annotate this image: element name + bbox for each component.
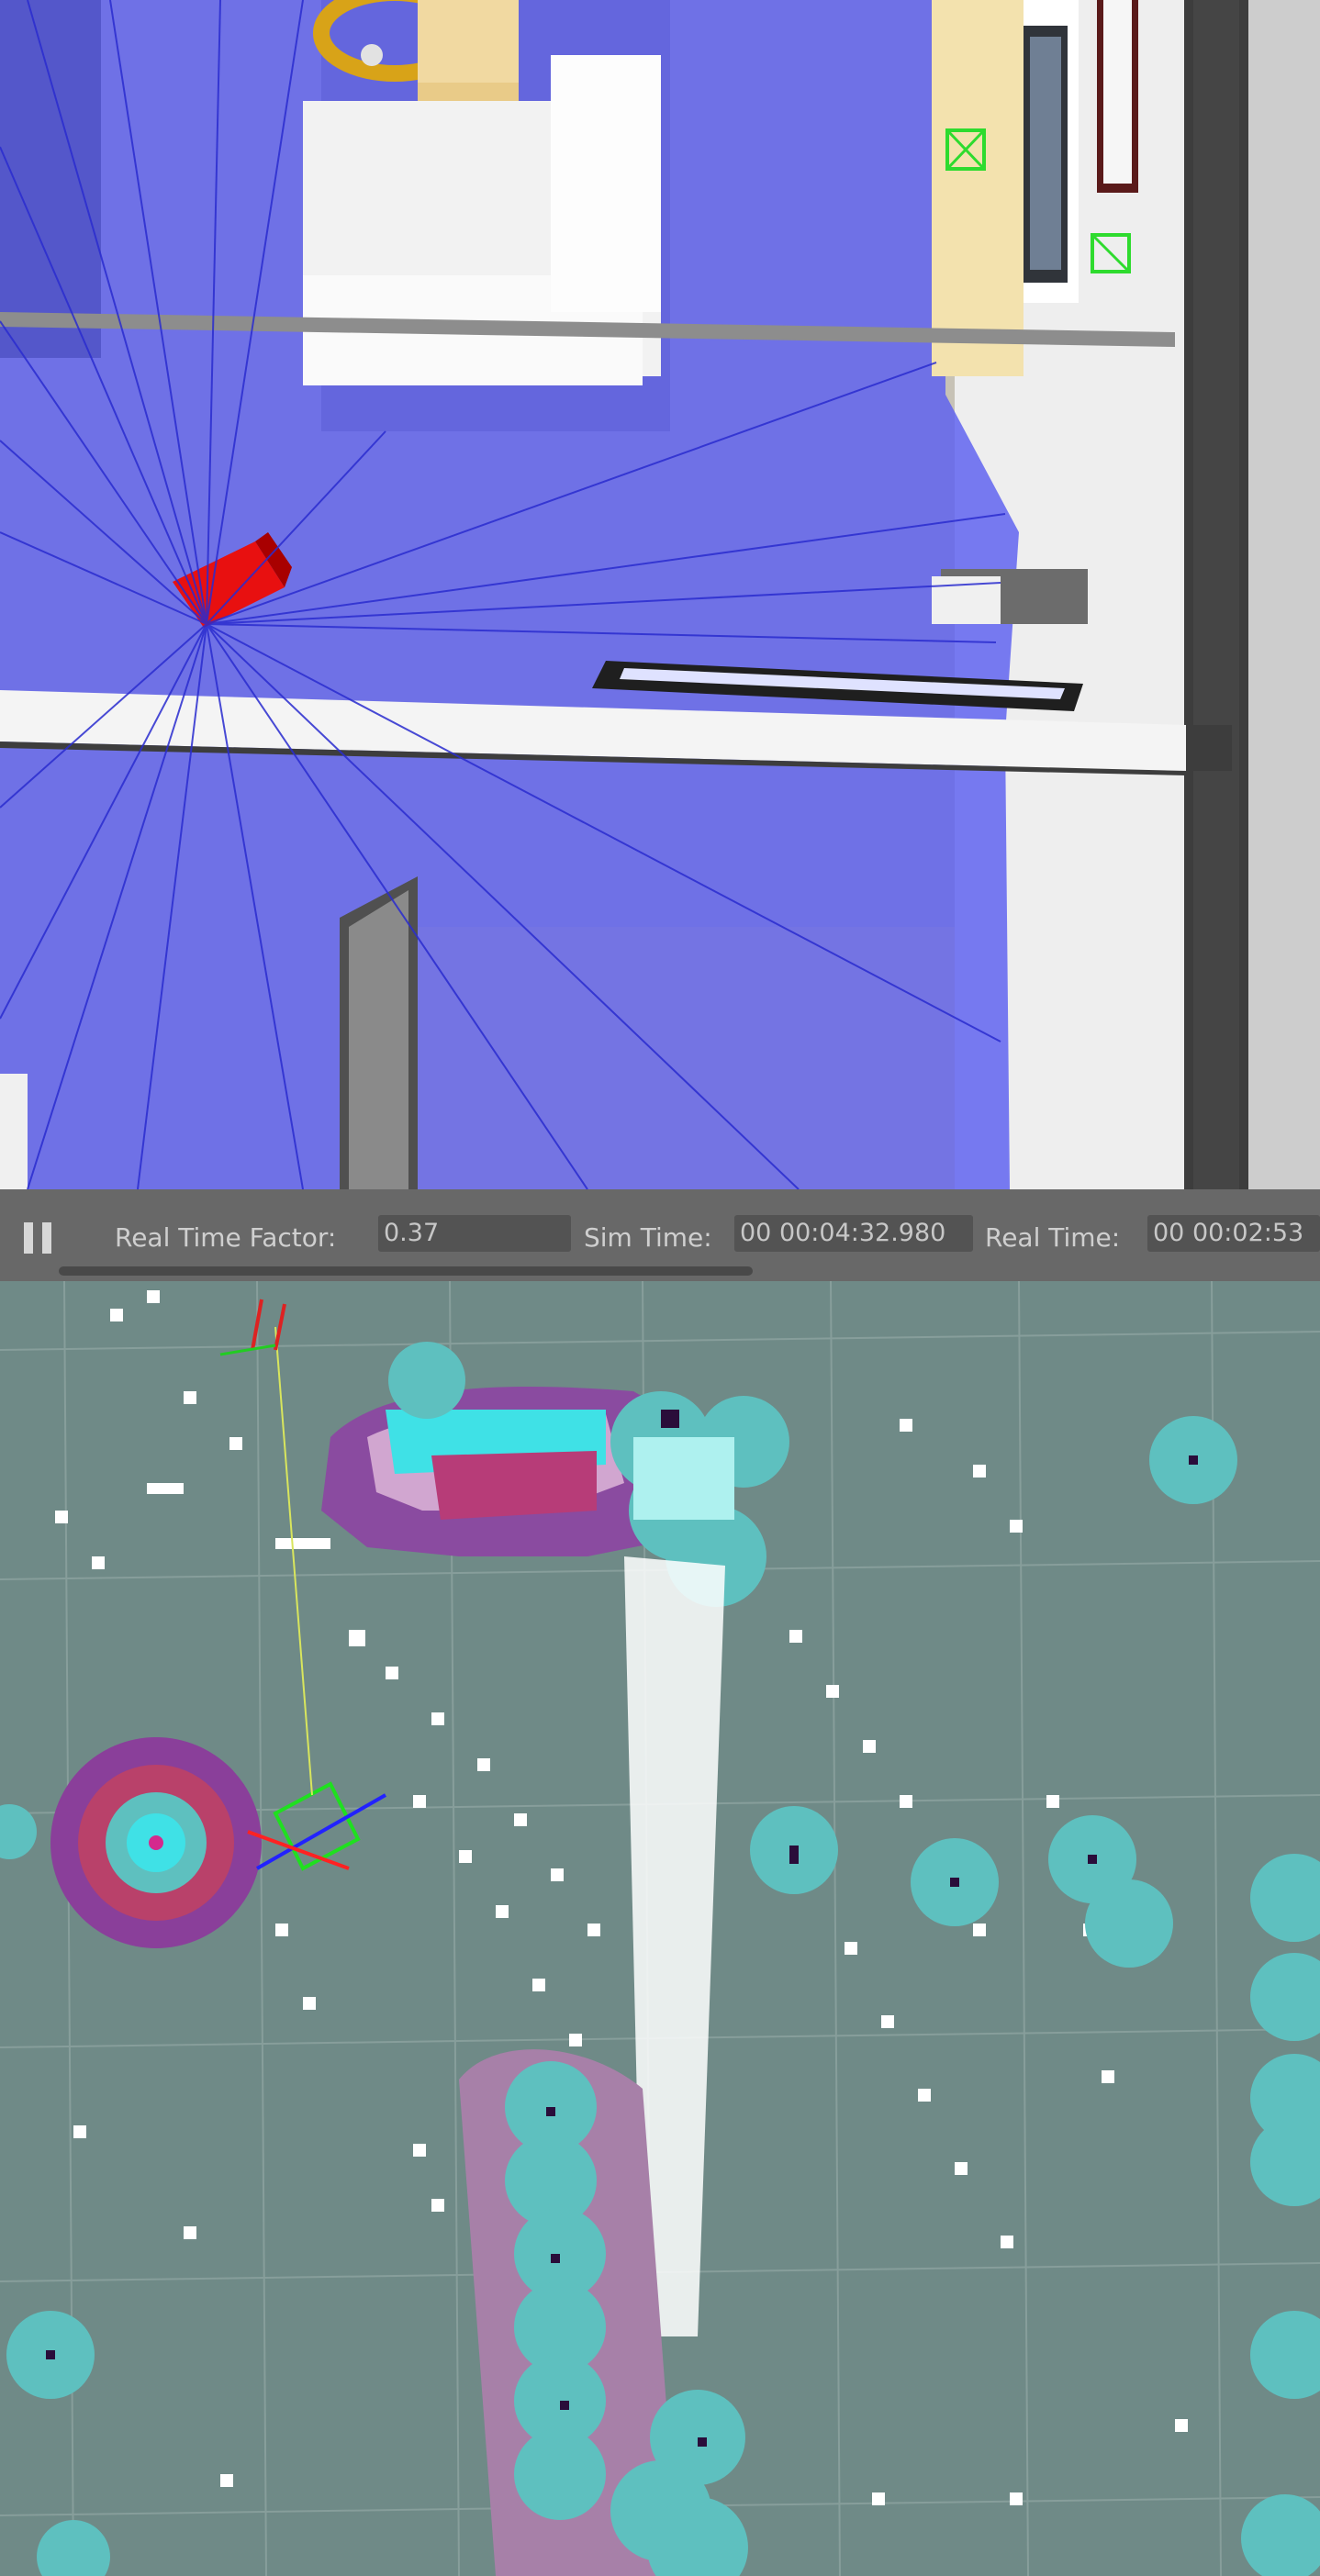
pause-button[interactable] <box>24 1222 55 1254</box>
real-time-label: Real Time: <box>985 1222 1121 1253</box>
real-time-field: 00 00:02:53 <box>1147 1215 1320 1252</box>
sim-time-label: Sim Time: <box>584 1222 712 1253</box>
costmap-render <box>0 1281 1320 2576</box>
real-time-factor-label: Real Time Factor: <box>115 1222 337 1253</box>
inflation-circle <box>388 1342 465 1419</box>
real-time-factor-field: 0.37 <box>378 1215 571 1252</box>
rviz-costmap-view[interactable] <box>0 1281 1320 2576</box>
sim-time-field: 00 00:04:32.980 <box>734 1215 973 1252</box>
horizontal-scrollbar[interactable] <box>59 1266 753 1276</box>
pause-icon <box>24 1222 33 1254</box>
scene-render <box>0 0 1320 1189</box>
cabinet-right <box>932 0 1024 376</box>
gazebo-status-bar: Real Time Factor: 0.37 Sim Time: 00 00:0… <box>0 1189 1320 1281</box>
gazebo-3d-viewport[interactable] <box>0 0 1320 1189</box>
